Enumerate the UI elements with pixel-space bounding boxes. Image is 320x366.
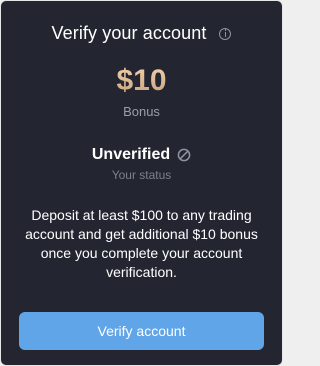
info-icon[interactable]	[219, 27, 232, 40]
verify-account-button[interactable]: Verify account	[19, 312, 264, 350]
verify-account-card: Verify your account $10 Bonus Unverified…	[0, 0, 283, 366]
bonus-label: Bonus	[123, 104, 160, 119]
status-row: Unverified	[1, 145, 282, 165]
status-value: Unverified	[91, 146, 171, 163]
card-title: Verify your account	[51, 23, 207, 43]
bonus-description: Deposit at least $100 to any trading acc…	[25, 207, 258, 280]
card-header: Verify your account	[1, 22, 282, 44]
status-caption: Your status	[111, 168, 172, 182]
bonus-amount: $10	[1, 64, 282, 98]
ban-icon	[177, 148, 191, 162]
